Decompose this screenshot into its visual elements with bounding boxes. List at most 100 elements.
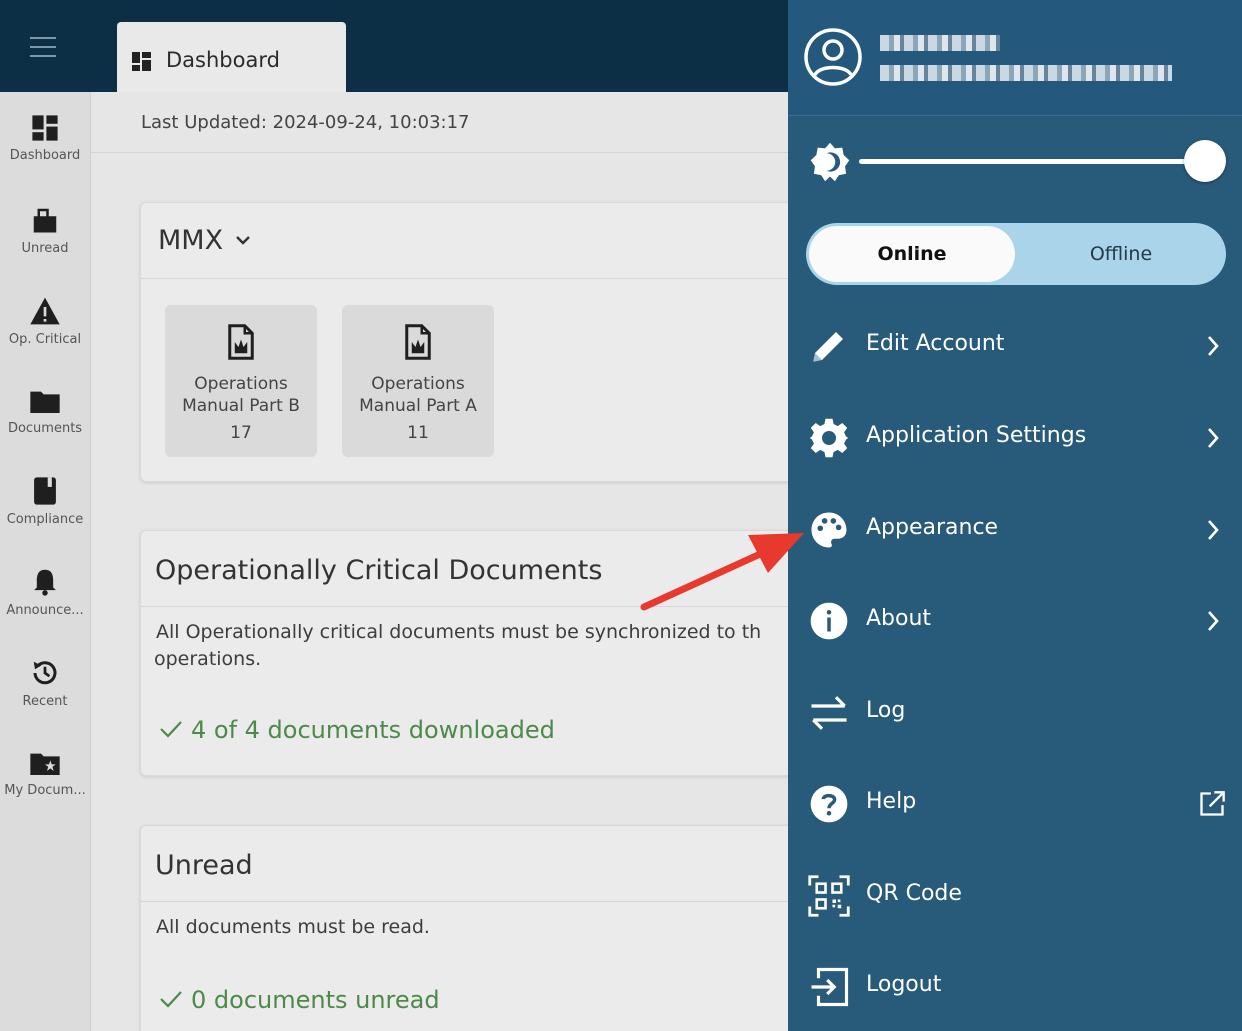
dashboard-icon: [132, 52, 151, 71]
avatar-icon: [804, 28, 862, 86]
menu-item-label: Logout: [866, 972, 942, 997]
menu-item-label: Edit Account: [866, 331, 1005, 356]
unread-card-title: Unread: [155, 850, 253, 881]
chevron-right-icon: [1208, 336, 1219, 356]
rail-item-label: Documents: [7, 421, 83, 436]
mailbox-icon: [33, 208, 57, 233]
tab-dashboard[interactable]: Dashboard: [117, 22, 346, 92]
menu-item-label: Log: [866, 698, 906, 723]
rail-item-label: Announce...: [6, 603, 84, 618]
document-tile-manual-b[interactable]: Operations Manual Part B 17: [165, 305, 317, 457]
menu-item-qr-code[interactable]: QR Code: [788, 860, 1242, 930]
gear-icon: [809, 418, 849, 458]
account-drawer: Online Offline Edit Account Application …: [788, 0, 1242, 1031]
document-count: 11: [407, 423, 429, 443]
dashboard-icon: [32, 115, 58, 141]
drawer-header: [788, 0, 1242, 116]
critical-status-text: 4 of 4 documents downloaded: [191, 716, 555, 744]
menu-item-label: Application Settings: [866, 423, 1087, 448]
mmx-title: MMX: [158, 225, 224, 256]
starred-folder-icon: [30, 753, 60, 775]
navigation-rail: Dashboard Unread Op. Critical Documents …: [0, 92, 91, 1031]
rail-item-label: Unread: [21, 241, 69, 256]
chevron-down-icon[interactable]: [234, 233, 252, 247]
critical-description: All Operationally critical documents mus…: [156, 621, 762, 643]
rail-item-my-documents[interactable]: My Docum...: [0, 749, 90, 829]
top-bar: Dashboard: [0, 0, 788, 92]
history-icon: [33, 661, 57, 685]
unread-card: Unread All documents must be read. 0 doc…: [140, 825, 788, 1031]
rail-item-documents[interactable]: Documents: [0, 387, 90, 467]
offline-option[interactable]: Offline: [1018, 226, 1224, 282]
unread-status-text: 0 documents unread: [191, 986, 440, 1014]
rail-item-op-critical[interactable]: Op. Critical: [0, 296, 90, 376]
chevron-right-icon: [1208, 428, 1219, 448]
unread-description: All documents must be read.: [156, 916, 430, 938]
online-option[interactable]: Online: [809, 226, 1015, 282]
rail-item-dashboard[interactable]: Dashboard: [0, 114, 90, 194]
warning-icon: [30, 297, 60, 325]
rail-item-announcements[interactable]: Announce...: [0, 567, 90, 647]
menu-item-about[interactable]: About: [788, 585, 1242, 655]
tab-label: Dashboard: [166, 48, 280, 72]
menu-item-appearance[interactable]: Appearance: [788, 494, 1242, 564]
crown-document-icon: [228, 324, 254, 360]
rail-item-label: Recent: [22, 694, 68, 709]
mmx-card-header[interactable]: MMX: [141, 203, 788, 279]
menu-item-label: Help: [866, 789, 917, 814]
document-name: Operations: [371, 374, 465, 394]
rail-item-label: Compliance: [6, 512, 84, 527]
mmx-card: MMX Operations Manual Part B 17 Operation…: [140, 202, 788, 482]
rail-item-compliance[interactable]: Compliance: [0, 476, 90, 556]
online-offline-toggle[interactable]: Online Offline: [806, 223, 1226, 285]
menu-item-log[interactable]: Log: [788, 677, 1242, 747]
palette-icon: [811, 512, 847, 548]
hamburger-menu-icon[interactable]: [30, 37, 56, 57]
document-tile-manual-a[interactable]: Operations Manual Part A 11: [342, 305, 494, 457]
unread-status: 0 documents unread: [159, 986, 440, 1014]
menu-item-edit-account[interactable]: Edit Account: [788, 310, 1242, 380]
folder-icon: [30, 391, 60, 413]
checkmark-icon: [160, 991, 182, 1008]
crown-document-icon: [405, 324, 431, 360]
document-name: Manual Part A: [359, 396, 477, 416]
rail-item-label: Op. Critical: [8, 332, 82, 347]
document-count: 17: [230, 423, 252, 443]
rail-item-label: My Docum...: [4, 783, 86, 798]
critical-description-continued: operations.: [154, 648, 262, 670]
menu-item-label: About: [866, 606, 932, 631]
swap-arrows-icon: [811, 696, 847, 730]
annotation-arrow: [640, 533, 804, 611]
critical-card-title: Operationally Critical Documents: [155, 555, 603, 586]
checkmark-icon: [160, 721, 182, 738]
help-icon: [810, 785, 848, 823]
rail-item-recent[interactable]: Recent: [0, 658, 90, 738]
menu-item-label: Appearance: [866, 515, 999, 540]
brightness-icon: [810, 142, 850, 182]
brightness-slider-thumb[interactable]: [1184, 140, 1226, 182]
menu-item-help[interactable]: Help: [788, 768, 1242, 838]
rail-item-label: Dashboard: [9, 148, 81, 163]
menu-item-label: QR Code: [866, 881, 962, 906]
logout-icon: [811, 967, 849, 1007]
last-updated-text: Last Updated: 2024-09-24, 10:03:17: [141, 112, 470, 133]
qr-code-icon: [808, 875, 850, 917]
unread-card-header: Unread: [141, 826, 788, 902]
menu-item-application-settings[interactable]: Application Settings: [788, 402, 1242, 472]
bell-icon: [34, 569, 56, 596]
menu-item-logout[interactable]: Logout: [788, 951, 1242, 1021]
book-icon: [34, 477, 56, 505]
rail-item-unread[interactable]: Unread: [0, 205, 90, 285]
redacted-user-email: [880, 65, 1172, 81]
divider: [91, 152, 788, 153]
brightness-slider-track[interactable]: [859, 159, 1205, 164]
external-link-icon: [1200, 791, 1225, 816]
chevron-right-icon: [1208, 520, 1219, 540]
document-name: Operations: [194, 374, 288, 394]
critical-status: 4 of 4 documents downloaded: [159, 716, 555, 744]
redacted-user-name: [880, 35, 1000, 51]
pencil-icon: [813, 332, 843, 362]
chevron-right-icon: [1208, 611, 1219, 631]
document-name: Manual Part B: [182, 396, 300, 416]
info-icon: [810, 602, 848, 640]
